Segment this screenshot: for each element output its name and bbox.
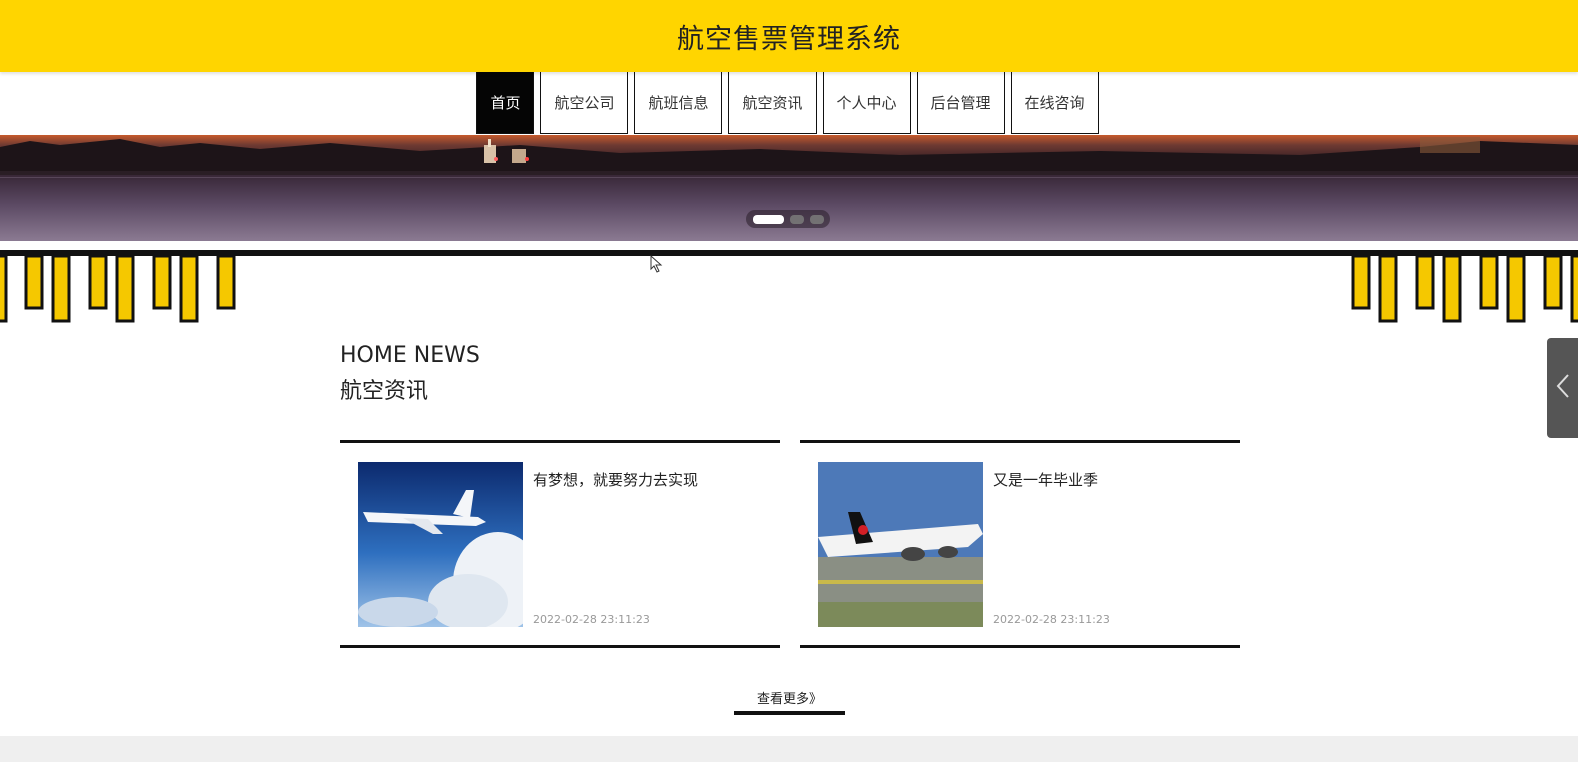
nav-item-admin[interactable]: 后台管理 xyxy=(916,71,1005,134)
site-title: 航空售票管理系统 xyxy=(677,23,901,55)
section-title-en: HOME NEWS xyxy=(340,343,480,368)
footer-band xyxy=(0,736,1578,762)
view-more-link[interactable]: 查看更多》 xyxy=(734,688,845,715)
site-header: 航空售票管理系统 xyxy=(0,0,1578,72)
news-title[interactable]: 又是一年毕业季 xyxy=(993,469,1098,490)
nav-item-airlines[interactable]: 航空公司 xyxy=(540,71,629,134)
nav-item-news[interactable]: 航空资讯 xyxy=(728,71,817,134)
news-card[interactable]: 又是一年毕业季 2022-02-28 23:11:23 xyxy=(800,440,1240,648)
carousel-dot-1[interactable] xyxy=(752,214,784,224)
nav-item-flights[interactable]: 航班信息 xyxy=(634,71,723,134)
section-title-cn: 航空资讯 xyxy=(340,379,429,404)
decorative-stripe xyxy=(0,250,1578,323)
news-date: 2022-02-28 23:11:23 xyxy=(533,613,650,626)
news-thumbnail[interactable] xyxy=(358,462,523,627)
nav-item-profile[interactable]: 个人中心 xyxy=(822,71,911,134)
side-panel-toggle[interactable] xyxy=(1547,338,1578,438)
nav-item-home[interactable]: 首页 xyxy=(476,71,535,134)
carousel-dot-3[interactable] xyxy=(809,214,824,224)
news-card[interactable]: 有梦想，就要努力去实现 2022-02-28 23:11:23 xyxy=(340,440,780,648)
main-nav: 首页 航空公司 航班信息 航空资讯 个人中心 后台管理 在线咨询 xyxy=(0,71,1578,135)
news-date: 2022-02-28 23:11:23 xyxy=(993,613,1110,626)
chevron-left-icon xyxy=(1556,373,1570,403)
banner-carousel[interactable] xyxy=(0,135,1578,241)
mouse-cursor-icon xyxy=(650,255,663,273)
carousel-indicators xyxy=(746,210,830,228)
carousel-dot-2[interactable] xyxy=(789,214,804,224)
news-title[interactable]: 有梦想，就要努力去实现 xyxy=(533,469,698,490)
news-thumbnail[interactable] xyxy=(818,462,983,627)
nav-item-consult[interactable]: 在线咨询 xyxy=(1010,71,1099,134)
